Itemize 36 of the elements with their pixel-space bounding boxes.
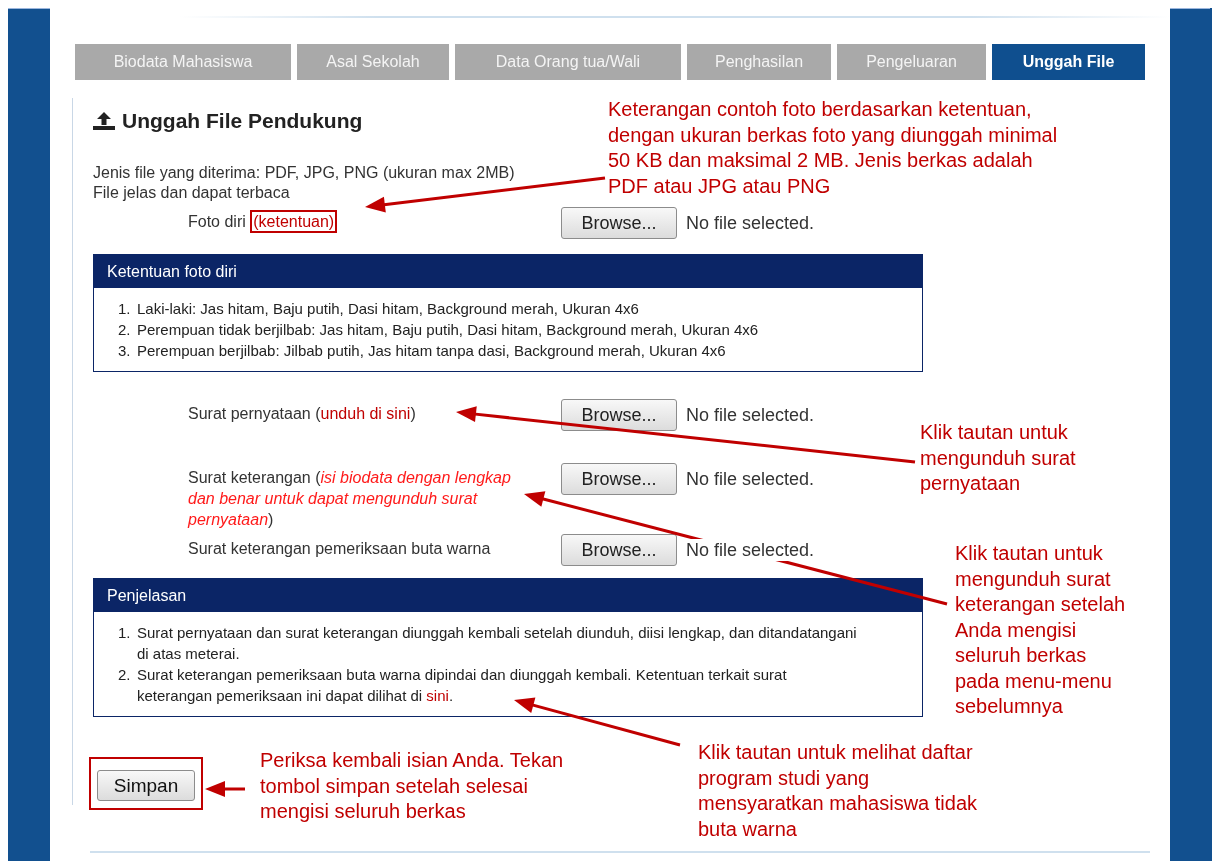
panel-header: Penjelasan [94, 579, 922, 612]
info-link[interactable]: sini [426, 687, 449, 704]
list-item: Perempuan tidak berjilbab: Jas hitam, Baju putih, Dasi hitam, Background merah, Ukuran 4x6 [137, 320, 759, 340]
terms-link[interactable]: (ketentuan) [250, 210, 338, 233]
list-number: 2. [118, 320, 132, 340]
browse-button[interactable]: Browse... [561, 463, 677, 495]
file-status: No file selected. [686, 539, 815, 561]
list-item: Laki-laki: Jas hitam, Baju putih, Dasi hitam, Background merah, Ukuran 4x6 [137, 299, 639, 319]
annotation-text: Klik tautan untuk melihat daftar program studi yang mensyaratkan mahasiswa tidak buta warna [698, 740, 977, 842]
info-text: File jelas dan dapat terbaca [93, 183, 291, 203]
annotation-text: Keterangan contoh foto berdasarkan ketentuan, dengan ukuran berkas foto yang diunggah minimal 50 KB dan maksimal 2 MB. Jenis berkas adalah PDF atau JPG atau PNG [608, 97, 1058, 199]
panel-header: Ketentuan foto diri [94, 255, 922, 288]
annotation-text: Klik tautan untuk mengunduh surat pernyataan [920, 420, 1076, 496]
annotation-text: Periksa kembali isian Anda. Tekan tombol simpan setelah selesai mengisi seluruh berkas [260, 748, 564, 824]
list-number: 1. [118, 299, 132, 319]
list-number: 3. [118, 341, 132, 361]
annotation-text: Klik tautan untuk mengunduh surat keterangan setelah Anda mengisi seluruh berkas pada menu-menu sebelumnya [955, 541, 1126, 719]
upload-label: Surat keterangan (isi biodata dengan lengkap dan benar untuk dapat mengunduh surat pernyataan) [188, 468, 512, 530]
annotation-arrow [205, 781, 245, 797]
upload-icon [93, 112, 115, 130]
tab[interactable]: Unggah File [992, 44, 1145, 80]
upload-label: Surat keterangan pemeriksaan buta warna [188, 539, 492, 559]
browse-button[interactable]: Browse... [561, 534, 677, 566]
upload-label: Surat pernyataan (unduh di sini) [188, 404, 417, 424]
list-number: 1. [118, 623, 132, 643]
list-number: 2. [118, 665, 132, 685]
list-item: Surat pernyataan dan surat keterangan diunggah kembali setelah diunduh, diisi lengkap, dan ditandatangani di atas meterai. [137, 623, 858, 664]
download-link[interactable]: unduh di sini [320, 405, 411, 422]
list-item: Surat keterangan pemeriksaan buta warna dipindai dan diunggah kembali. Ketentuan terkait surat keterangan pemeriksaan ini dapat dilihat di sini. [137, 665, 788, 706]
save-button[interactable]: Simpan [97, 770, 195, 801]
section-title: Unggah File Pendukung [122, 109, 363, 133]
list-item: Perempuan berjilbab: Jilbab putih, Jas hitam tanpa dasi, Background merah, Ukuran 4x6 [137, 341, 726, 361]
browse-button[interactable]: Browse... [561, 399, 677, 431]
upload-label: Foto diri (ketentuan) [188, 207, 561, 239]
info-text: Jenis file yang diterima: PDF, JPG, PNG (ukuran max 2MB) [93, 163, 515, 183]
browse-button[interactable]: Browse... [561, 207, 677, 239]
